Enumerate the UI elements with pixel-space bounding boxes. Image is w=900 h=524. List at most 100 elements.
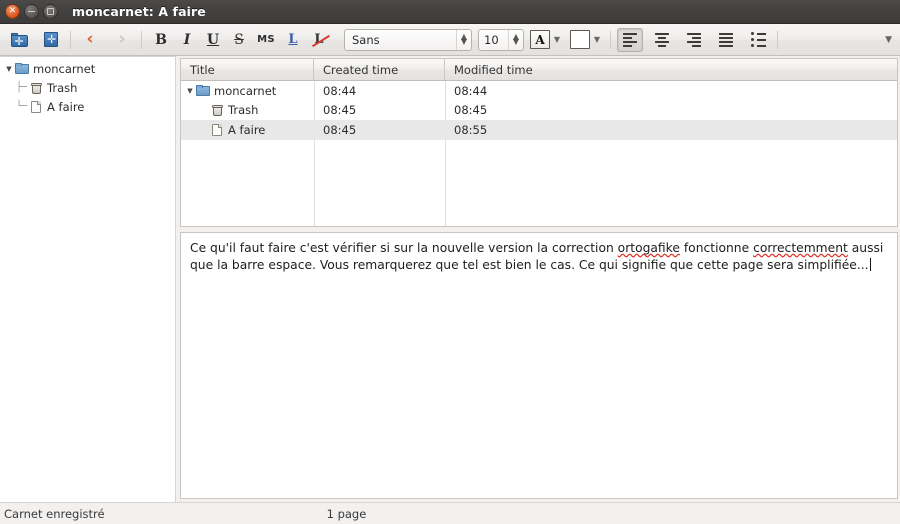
maximize-button[interactable]	[43, 4, 58, 19]
editor-text-segment-1: Ce qu'il faut faire c'est vérifier si su…	[190, 241, 618, 255]
editor-text-segment-2: fonctionne	[679, 241, 754, 255]
title-bar: ✕ moncarnet: A faire	[0, 0, 900, 24]
page-icon	[28, 100, 44, 113]
strikethrough-button[interactable]: S	[226, 28, 252, 52]
cell-title: ▼ moncarnet	[181, 84, 314, 98]
cell-modified-time: 08:44	[454, 83, 488, 98]
tree-line-icon: └─	[15, 101, 27, 112]
align-center-icon	[655, 32, 669, 47]
text-color-icon: A	[535, 32, 545, 47]
application-window: ✕ moncarnet: A faire ✛ ✛ ‹ › B I U S MS …	[0, 0, 900, 524]
right-panel: Title Created time Modified time ▼ monca	[180, 56, 900, 502]
font-family-select[interactable]: Sans ▲ ▼	[344, 28, 472, 51]
align-right-button[interactable]	[681, 28, 707, 52]
expander-icon[interactable]: ▼	[185, 87, 195, 95]
window-title: moncarnet: A faire	[72, 4, 206, 19]
bullet-list-button[interactable]	[745, 28, 771, 52]
background-color-swatch[interactable]	[570, 30, 590, 49]
monospace-button[interactable]: MS	[252, 28, 280, 52]
row-title-label: moncarnet	[214, 83, 277, 98]
text-color-dropdown-icon[interactable]: ▼	[550, 30, 564, 50]
cell-title: Trash	[181, 103, 314, 117]
sidebar-item-trash[interactable]: ├─ Trash	[0, 78, 175, 97]
align-justify-icon	[719, 32, 733, 47]
cell-created-time: 08:44	[323, 83, 357, 98]
sidebar-item-label: A faire	[47, 99, 85, 114]
back-button[interactable]: ‹	[77, 28, 103, 52]
main-body: ▼ moncarnet ├─ Trash └─ A faire Title Cr…	[0, 56, 900, 502]
new-folder-button[interactable]: ✛	[6, 28, 32, 52]
trash-icon	[209, 104, 225, 117]
folder-icon	[195, 85, 211, 97]
new-page-button[interactable]: ✛	[38, 28, 64, 52]
underline-icon: U	[206, 31, 220, 48]
forward-arrow-icon: ›	[118, 29, 126, 49]
toolbar-overflow-button[interactable]: ▼	[885, 35, 892, 45]
column-header-created-time[interactable]: Created time	[314, 59, 445, 81]
bold-icon: B	[155, 31, 167, 48]
window-controls: ✕	[5, 4, 58, 19]
sidebar-item-label: moncarnet	[33, 61, 96, 76]
font-size-value: 10	[484, 32, 499, 47]
toolbar-separator-1	[70, 30, 71, 49]
page-index-sidebar[interactable]: ▼ moncarnet ├─ Trash └─ A faire	[0, 56, 176, 502]
cell-created-time: 08:45	[323, 122, 357, 137]
status-message: Carnet enregistré	[4, 506, 105, 521]
cell-title: A faire	[181, 123, 314, 137]
page-icon	[209, 123, 225, 136]
tree-line-icon: ├─	[15, 82, 27, 93]
align-right-icon	[687, 32, 701, 47]
align-center-button[interactable]	[649, 28, 675, 52]
align-justify-button[interactable]	[713, 28, 739, 52]
text-color-button[interactable]: A	[530, 30, 550, 49]
cell-created-time: 08:45	[323, 103, 357, 118]
cell-modified-time: 08:45	[454, 103, 488, 118]
index-table[interactable]: Title Created time Modified time ▼ monca	[180, 58, 898, 227]
italic-button[interactable]: I	[174, 28, 200, 52]
close-button[interactable]: ✕	[5, 4, 20, 19]
italic-icon: I	[183, 31, 191, 48]
font-family-value: Sans	[352, 32, 380, 47]
row-title-label: A faire	[228, 122, 266, 137]
toolbar: ✛ ✛ ‹ › B I U S MS L Sans ▲ ▼ 10 ▲ ▼ A ▼…	[0, 24, 900, 56]
forward-button[interactable]: ›	[109, 28, 135, 52]
sidebar-item-a-faire[interactable]: └─ A faire	[0, 97, 175, 116]
editor-text: Ce qu'il faut faire c'est vérifier si su…	[190, 240, 888, 273]
table-row[interactable]: Trash 08:45 08:45	[181, 101, 897, 121]
strikethrough-icon: S	[234, 31, 244, 48]
page-editor[interactable]: Ce qu'il faut faire c'est vérifier si su…	[180, 232, 898, 499]
new-page-icon: ✛	[44, 32, 58, 47]
background-color-dropdown-icon[interactable]: ▼	[590, 30, 604, 50]
monospace-icon: MS	[257, 34, 275, 45]
font-size-spinner-icon[interactable]: ▲ ▼	[508, 29, 523, 50]
toolbar-separator-3	[610, 30, 611, 49]
minimize-button[interactable]	[24, 4, 39, 19]
toolbar-separator-4	[777, 30, 778, 49]
link-icon: L	[288, 32, 298, 47]
misspelled-word-2: correctemment	[753, 241, 848, 255]
new-folder-icon: ✛	[10, 32, 28, 47]
underline-button[interactable]: U	[200, 28, 226, 52]
font-family-spinner-icon[interactable]: ▲ ▼	[456, 29, 471, 50]
sidebar-item-moncarnet[interactable]: ▼ moncarnet	[0, 59, 175, 78]
align-left-button[interactable]	[617, 27, 643, 52]
misspelled-word-1: ortogafike	[617, 241, 680, 255]
bold-button[interactable]: B	[148, 28, 174, 52]
table-header: Title Created time Modified time	[181, 59, 897, 81]
table-row[interactable]: A faire 08:45 08:55	[181, 120, 897, 140]
unlink-icon: L	[312, 32, 331, 47]
column-header-modified-time[interactable]: Modified time	[445, 59, 897, 81]
bullet-list-icon	[750, 32, 766, 47]
row-title-label: Trash	[228, 103, 259, 118]
remove-link-button[interactable]: L	[306, 28, 332, 52]
sidebar-item-label: Trash	[47, 80, 78, 95]
expander-icon[interactable]: ▼	[4, 65, 14, 73]
column-header-title[interactable]: Title	[181, 59, 314, 81]
cell-modified-time: 08:55	[454, 122, 488, 137]
font-size-select[interactable]: 10 ▲ ▼	[478, 28, 524, 51]
insert-link-button[interactable]: L	[280, 28, 306, 52]
trash-icon	[28, 82, 44, 94]
folder-icon	[14, 63, 30, 74]
text-cursor	[869, 257, 871, 271]
table-row[interactable]: ▼ moncarnet 08:44 08:44	[181, 81, 897, 101]
